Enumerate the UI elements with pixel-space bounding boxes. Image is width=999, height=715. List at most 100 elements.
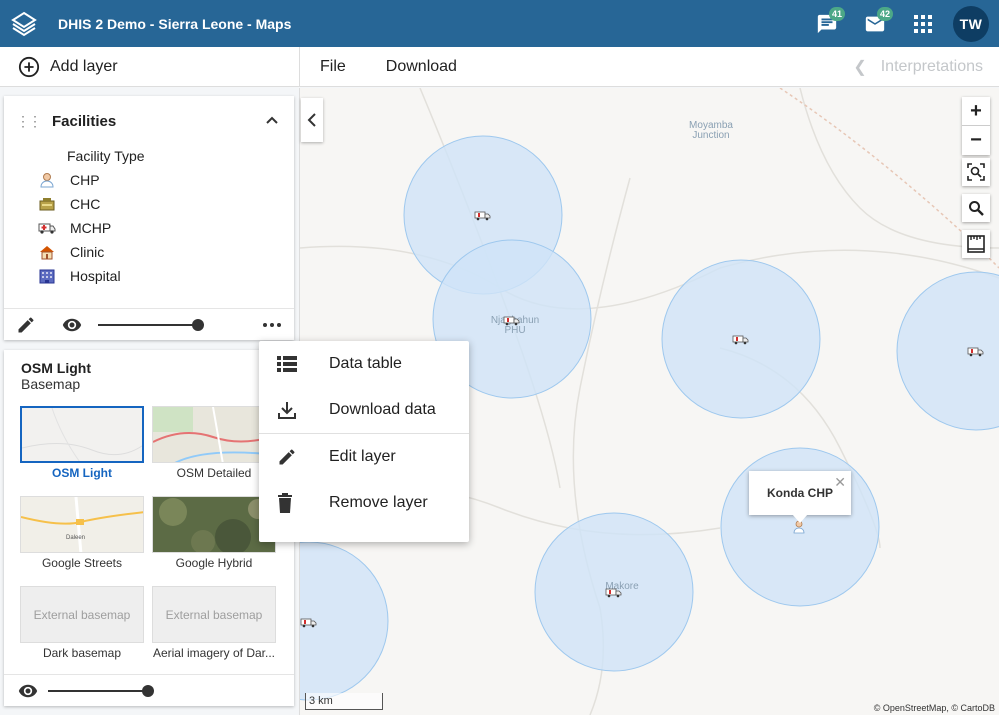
popup-tip xyxy=(792,514,808,523)
layer-context-menu: Data table Download data Edit layer Remo… xyxy=(259,341,469,542)
menu-item-data-table[interactable]: Data table xyxy=(259,341,469,387)
slider-knob[interactable] xyxy=(192,318,204,331)
basemap-label: OSM Detailed xyxy=(176,466,252,480)
messages-badge: 41 xyxy=(828,7,845,21)
basemap-option-aerial[interactable]: External basemap Aerial imagery of Dar..… xyxy=(152,586,276,660)
hospital-icon xyxy=(38,268,56,284)
facilities-layer-card: ⋮⋮ Facilities Facility Type CHP CHC MCHP xyxy=(4,96,294,340)
menu-item-label: Remove layer xyxy=(329,494,428,511)
opacity-slider[interactable] xyxy=(98,318,204,331)
menu-item-label: Download data xyxy=(329,401,436,418)
place-label: Junction xyxy=(692,130,729,141)
dhis2-logo-icon[interactable] xyxy=(0,0,48,47)
scale-bar: 3 km xyxy=(305,693,383,710)
slider-knob[interactable] xyxy=(142,684,154,697)
layer-card-header: ⋮⋮ Facilities xyxy=(4,96,294,146)
feature-popup: Konda CHP ✕ xyxy=(749,471,851,515)
add-layer-label: Add layer xyxy=(50,57,118,75)
chevron-left-icon xyxy=(307,113,316,127)
basemap-thumbnail: Daleen xyxy=(20,496,144,553)
app-title: DHIS 2 Demo - Sierra Leone - Maps xyxy=(58,15,292,32)
collapse-panel-button[interactable] xyxy=(301,98,323,142)
basemap-subtitle: Basemap xyxy=(21,376,81,392)
ruler-icon xyxy=(967,235,985,253)
legend-label: Clinic xyxy=(70,244,105,260)
zoom-to-content-icon xyxy=(967,163,985,181)
zoom-control: + − xyxy=(962,97,990,155)
search-icon xyxy=(969,201,984,216)
more-horiz-icon[interactable] xyxy=(262,317,282,333)
basemap-option-dark[interactable]: External basemap Dark basemap xyxy=(20,586,144,660)
legend-label: CHC xyxy=(70,196,101,212)
add-layer-button[interactable]: Add layer xyxy=(0,46,300,87)
interpretations-button[interactable]: ❮ Interpretations xyxy=(853,47,983,87)
apps-button[interactable] xyxy=(899,0,947,47)
toolbar: Add layer File Download ❮ Interpretation… xyxy=(0,46,999,87)
mail-button[interactable]: 42 xyxy=(851,0,899,47)
visibility-icon[interactable] xyxy=(16,681,40,701)
drag-handle-icon[interactable]: ⋮⋮ xyxy=(16,113,42,130)
basemap-label: OSM Light xyxy=(52,466,112,480)
layer-title: Facilities xyxy=(52,112,117,130)
zoom-out-button[interactable]: − xyxy=(962,126,990,155)
table-icon xyxy=(277,356,297,372)
legend-label: MCHP xyxy=(70,220,112,236)
search-button[interactable] xyxy=(962,194,990,222)
legend-item: MCHP xyxy=(4,216,294,240)
menu-item-download-data[interactable]: Download data xyxy=(259,387,469,433)
layers-panel: ⋮⋮ Facilities Facility Type CHP CHC MCHP xyxy=(0,88,300,715)
menu-item-label: Edit layer xyxy=(329,448,396,465)
menu-item-label: Data table xyxy=(329,355,402,372)
basemap-option-google-streets[interactable]: Daleen Google Streets xyxy=(20,496,144,570)
basemap-label: Google Hybrid xyxy=(175,556,253,570)
layer-card-footer xyxy=(4,308,294,340)
opacity-slider[interactable] xyxy=(48,684,154,697)
app-header: DHIS 2 Demo - Sierra Leone - Maps 41 42 … xyxy=(0,0,999,47)
legend-heading: Facility Type xyxy=(67,148,145,164)
zoom-in-button[interactable]: + xyxy=(962,97,990,126)
legend-item: CHP xyxy=(4,168,294,192)
menu-item-edit-layer[interactable]: Edit layer xyxy=(259,434,469,480)
basemap-label: Aerial imagery of Dar... xyxy=(152,646,276,660)
basemap-thumbnail: External basemap xyxy=(20,586,144,643)
download-menu[interactable]: Download xyxy=(366,47,477,87)
legend-item: Hospital xyxy=(4,264,294,288)
popup-close-icon[interactable]: ✕ xyxy=(834,474,846,491)
basemap-card: OSM Light Basemap OSM Light OSM Detailed… xyxy=(4,350,294,706)
basemap-card-footer xyxy=(4,674,294,706)
basemap-thumbnail xyxy=(152,496,276,553)
interpretations-label: Interpretations xyxy=(880,58,983,75)
messages-button[interactable]: 41 xyxy=(803,0,851,47)
mchp-icon xyxy=(38,220,56,236)
edit-icon xyxy=(279,449,295,465)
legend-label: CHP xyxy=(70,172,100,188)
chevron-left-icon: ❮ xyxy=(853,59,867,76)
place-label: PHU xyxy=(504,325,525,336)
basemap-label: Google Streets xyxy=(41,556,123,570)
basemap-thumbnail xyxy=(20,406,144,463)
add-circle-icon xyxy=(18,56,40,77)
popup-title: Konda CHP xyxy=(767,486,833,500)
legend-item: Clinic xyxy=(4,240,294,264)
legend-label: Hospital xyxy=(70,268,121,284)
basemap-option-google-hybrid[interactable]: Google Hybrid xyxy=(152,496,276,570)
map-attribution[interactable]: © OpenStreetMap, © CartoDB xyxy=(874,703,995,713)
measure-button[interactable] xyxy=(962,230,990,258)
basemap-option-osm-light[interactable]: OSM Light xyxy=(20,406,144,480)
basemap-thumbnail xyxy=(152,406,276,463)
chevron-up-icon[interactable] xyxy=(264,112,280,128)
file-menu[interactable]: File xyxy=(300,47,366,87)
mail-badge: 42 xyxy=(876,7,893,21)
fit-bounds-button[interactable] xyxy=(962,158,990,186)
chp-icon xyxy=(38,172,56,188)
menu-item-remove-layer[interactable]: Remove layer xyxy=(259,480,469,526)
buffer-circle xyxy=(896,271,999,431)
apps-grid-icon xyxy=(914,14,932,33)
delete-icon xyxy=(278,493,292,513)
basemap-option-osm-detailed[interactable]: OSM Detailed xyxy=(152,406,276,480)
clinic-icon xyxy=(38,244,56,260)
user-avatar[interactable]: TW xyxy=(953,5,989,42)
edit-icon[interactable] xyxy=(16,315,36,335)
visibility-icon[interactable] xyxy=(60,315,84,335)
chc-icon xyxy=(38,196,56,212)
